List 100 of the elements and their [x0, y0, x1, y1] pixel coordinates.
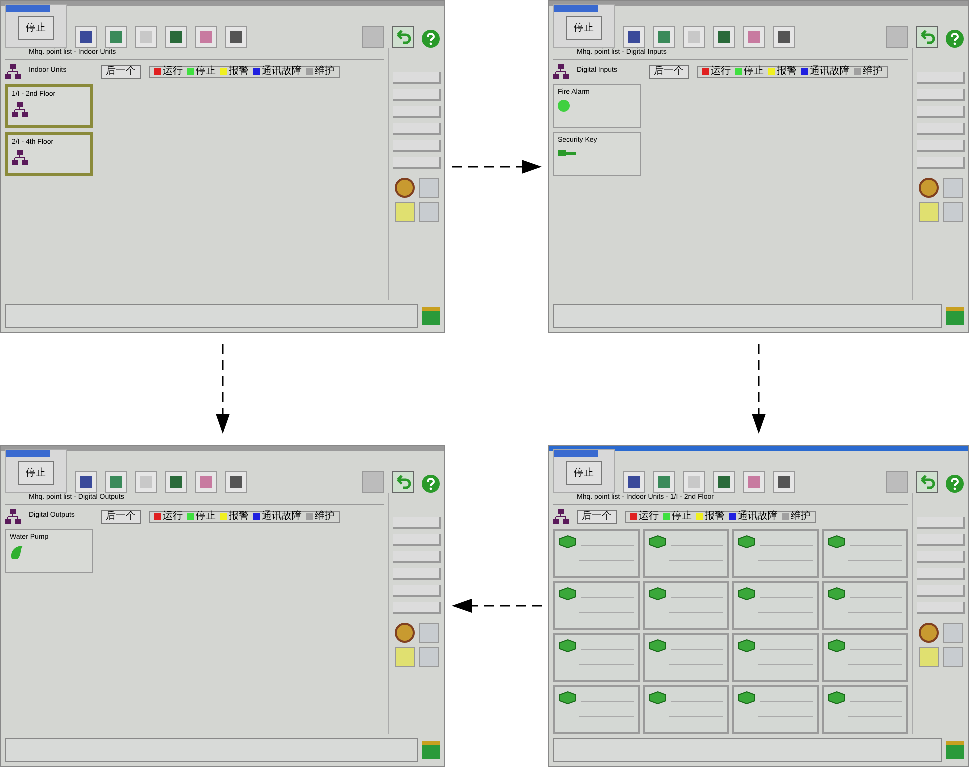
side-button[interactable]	[392, 72, 440, 84]
side-button[interactable]	[392, 568, 440, 580]
legend-label: 通讯故障	[738, 512, 778, 522]
side-button[interactable]	[916, 89, 964, 101]
help-icon[interactable]	[946, 30, 964, 48]
alarm-icon[interactable]	[918, 623, 938, 643]
legend-label: 维护	[863, 66, 883, 76]
unit-card[interactable]	[642, 684, 729, 734]
status-icon[interactable]	[422, 307, 440, 325]
back-icon[interactable]	[392, 471, 414, 493]
legend-label: 运行	[163, 512, 183, 522]
legend-label: 维护	[791, 512, 811, 522]
legend-label: 通讯故障	[262, 512, 302, 522]
unit-card[interactable]	[642, 632, 729, 682]
alarm-icon[interactable]	[394, 178, 414, 198]
legend-label: 停止	[196, 66, 216, 76]
side-button[interactable]	[392, 140, 440, 152]
unit-card[interactable]	[553, 528, 640, 578]
back-icon[interactable]	[392, 26, 414, 48]
stop-button[interactable]: 停止	[18, 461, 54, 485]
side-button[interactable]	[916, 140, 964, 152]
help-icon[interactable]	[422, 30, 440, 48]
unit-card[interactable]	[732, 684, 818, 734]
next-button[interactable]: 后一个	[101, 64, 141, 78]
unit-card[interactable]	[732, 580, 818, 630]
side-button[interactable]	[916, 585, 964, 597]
side-button[interactable]	[916, 157, 964, 169]
toolbar-icon[interactable]	[653, 471, 675, 493]
toolbar-icon[interactable]	[773, 26, 795, 48]
key-icon	[558, 148, 576, 158]
unit-card[interactable]	[732, 528, 818, 578]
toolbar-icon[interactable]	[165, 471, 187, 493]
help-icon[interactable]	[422, 475, 440, 493]
toolbar-icon[interactable]	[225, 26, 247, 48]
side-button[interactable]	[916, 123, 964, 135]
stop-button[interactable]: 停止	[566, 16, 602, 40]
dialog-title-bar	[6, 5, 50, 12]
toolbar-icon[interactable]	[105, 471, 127, 493]
next-button[interactable]: 后一个	[577, 510, 617, 524]
alarm-icon[interactable]	[918, 178, 938, 198]
help-icon[interactable]	[946, 475, 964, 493]
side-button[interactable]	[392, 585, 440, 597]
toolbar-icon[interactable]	[623, 26, 645, 48]
back-icon[interactable]	[916, 471, 938, 493]
network-icon	[5, 508, 21, 524]
side-button[interactable]	[392, 157, 440, 169]
legend-label: 维护	[315, 512, 335, 522]
toolbar-icon[interactable]	[713, 471, 735, 493]
toolbar-icon[interactable]	[623, 471, 645, 493]
unit-card[interactable]	[553, 580, 640, 630]
status-icon[interactable]	[422, 741, 440, 759]
toolbar-icon[interactable]	[75, 26, 97, 48]
legend-label: 通讯故障	[262, 66, 302, 76]
side-button[interactable]	[392, 551, 440, 563]
side-button[interactable]	[916, 602, 964, 614]
side-button[interactable]	[916, 534, 964, 546]
stop-button[interactable]: 停止	[18, 16, 54, 40]
unit-card[interactable]	[822, 528, 908, 578]
side-button[interactable]	[916, 106, 964, 118]
alarm-icon[interactable]	[394, 623, 414, 643]
toolbar-icon[interactable]	[653, 26, 675, 48]
status-icon[interactable]	[946, 741, 964, 759]
back-icon[interactable]	[916, 26, 938, 48]
side-button[interactable]	[392, 517, 440, 529]
side-button[interactable]	[916, 72, 964, 84]
legend-label: 运行	[639, 512, 659, 522]
toolbar-icon[interactable]	[713, 26, 735, 48]
stop-button[interactable]: 停止	[566, 461, 602, 485]
network-icon	[553, 64, 569, 80]
unit-card[interactable]	[553, 684, 640, 734]
side-button[interactable]	[392, 89, 440, 101]
toolbar-icon[interactable]	[773, 471, 795, 493]
legend-label: 报警	[229, 66, 249, 76]
unit-card[interactable]	[822, 684, 908, 734]
side-button[interactable]	[392, 534, 440, 546]
toolbar-icon[interactable]	[225, 471, 247, 493]
unit-card[interactable]	[822, 580, 908, 630]
network-icon	[553, 508, 569, 524]
unit-card[interactable]	[822, 632, 908, 682]
side-button[interactable]	[916, 568, 964, 580]
side-button[interactable]	[916, 517, 964, 529]
dialog-title-bar	[554, 5, 598, 12]
network-icon	[12, 102, 28, 118]
toolbar-icon[interactable]	[75, 471, 97, 493]
unit-card[interactable]	[732, 632, 818, 682]
status-icon[interactable]	[946, 307, 964, 325]
toolbar-icon[interactable]	[105, 26, 127, 48]
unit-card[interactable]	[642, 580, 729, 630]
side-button[interactable]	[392, 106, 440, 118]
unit-card[interactable]	[642, 528, 729, 578]
legend-label: 停止	[744, 66, 764, 76]
side-button[interactable]	[392, 602, 440, 614]
next-button[interactable]: 后一个	[649, 64, 689, 78]
next-button[interactable]: 后一个	[101, 510, 141, 524]
side-button[interactable]	[392, 123, 440, 135]
toolbar-icon[interactable]	[165, 26, 187, 48]
legend-label: 通讯故障	[810, 66, 850, 76]
side-button[interactable]	[916, 551, 964, 563]
legend-label: 运行	[711, 66, 731, 76]
unit-card[interactable]	[553, 632, 640, 682]
